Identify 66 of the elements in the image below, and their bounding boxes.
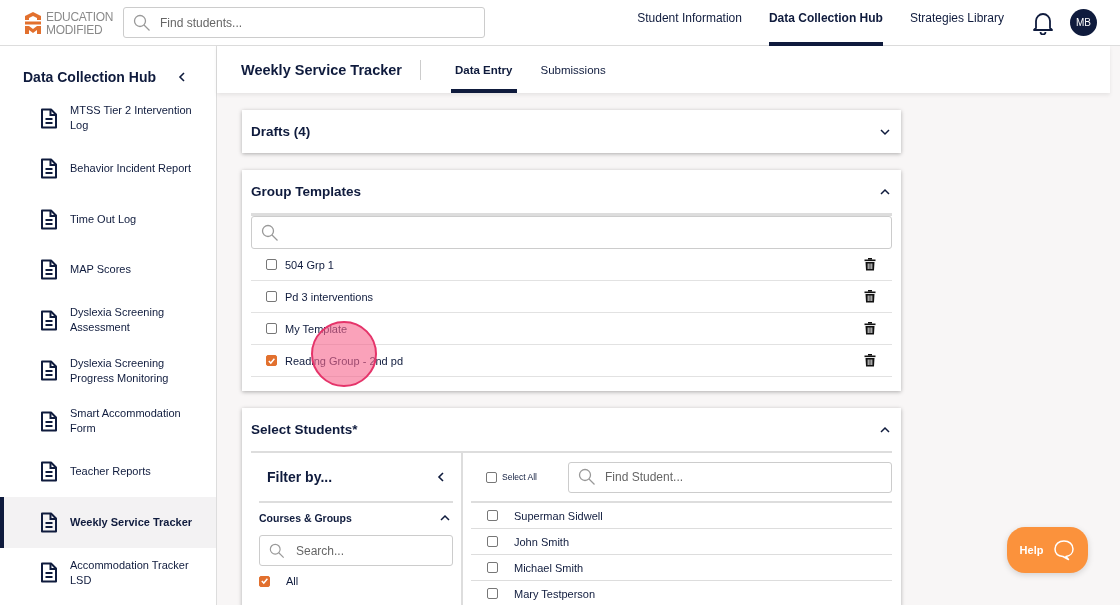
checkbox[interactable] [487,562,498,573]
checkbox[interactable] [486,471,497,483]
document-icon [40,511,58,533]
checkbox[interactable] [266,355,277,366]
student-name: Michael Smith [514,561,584,574]
document-icon [40,158,58,180]
document-icon [40,461,58,483]
checkbox[interactable] [266,323,277,334]
sidebar-title: Data Collection Hub [23,69,156,85]
tab[interactable]: Submissions [536,46,610,93]
student-name: Mary Testperson [514,587,596,600]
document-icon [40,309,58,331]
section-title: Courses & Groups [259,512,352,524]
option-label: All [286,575,299,587]
checkbox[interactable] [487,510,498,521]
tab[interactable]: Data Entry [450,46,517,93]
trash-icon[interactable] [864,322,876,335]
sidebar-item[interactable]: Accommodation Tracker LSD [0,547,216,598]
trash-icon[interactable] [864,258,876,271]
trash-icon[interactable] [864,290,876,303]
bell-icon[interactable] [1032,10,1054,35]
chat-bubble-icon [1053,539,1076,561]
page-title: Weekly Service Tracker [241,61,402,78]
filter-title: Filter by... [267,469,333,485]
sidebar-item[interactable]: Teacher Reports [0,446,216,497]
document-icon [40,208,58,230]
sidebar-item[interactable]: Smart Accommodation Form [0,396,216,447]
sidebar-item[interactable]: Weekly Service Tracker [0,497,216,548]
document-icon [40,360,58,382]
checkbox[interactable] [487,588,498,599]
sidebar-item[interactable]: Time Out Log [0,194,216,245]
sidebar-item[interactable]: Behavior Incident Report [0,143,216,194]
panel-title: Select Students* [251,422,358,437]
student-name: Superman Sidwell [514,509,603,522]
checkbox[interactable] [487,536,498,547]
trash-icon[interactable] [864,354,876,367]
search-field[interactable]: Search... [259,535,453,566]
select-all-label: Select All [502,472,537,482]
nav-tab[interactable]: Strategies Library [909,0,1004,46]
nav-tab[interactable]: Student Information [637,0,742,46]
checkbox[interactable] [266,259,277,270]
student-name: John Smith [514,535,570,548]
panel-title: Group Templates [251,184,362,199]
template-name: My Template [285,322,349,335]
sidebar-item[interactable]: MAP Scores [0,244,216,295]
sidebar-item[interactable]: Dyslexia Screening Assessment [0,295,216,346]
checkbox[interactable] [266,291,277,302]
template-name: 504 Grp 1 [285,258,335,271]
sidebar-item[interactable]: MTSS Tier 2 Intervention Log [0,93,216,144]
template-name: Pd 3 interventions [285,290,375,303]
logo-text: MODIFIED [46,22,104,36]
document-icon [40,107,58,129]
logo-icon [24,10,42,35]
document-icon [40,259,58,281]
panel-title: Drafts (4) [251,124,311,139]
search-field[interactable]: Find students... [123,7,485,38]
logo-text: EDUCATION [46,9,114,23]
search-field[interactable]: Find Student... [568,461,892,493]
search-field[interactable] [251,216,892,249]
document-icon [40,410,58,432]
sidebar-item[interactable]: Dyslexia Screening Progress Monitoring [0,345,216,396]
collapse-icon[interactable] [435,471,447,483]
checkbox[interactable] [259,575,270,587]
user-avatar[interactable]: MB [1070,9,1097,36]
document-icon [40,562,58,584]
collapse-icon[interactable] [176,71,188,83]
